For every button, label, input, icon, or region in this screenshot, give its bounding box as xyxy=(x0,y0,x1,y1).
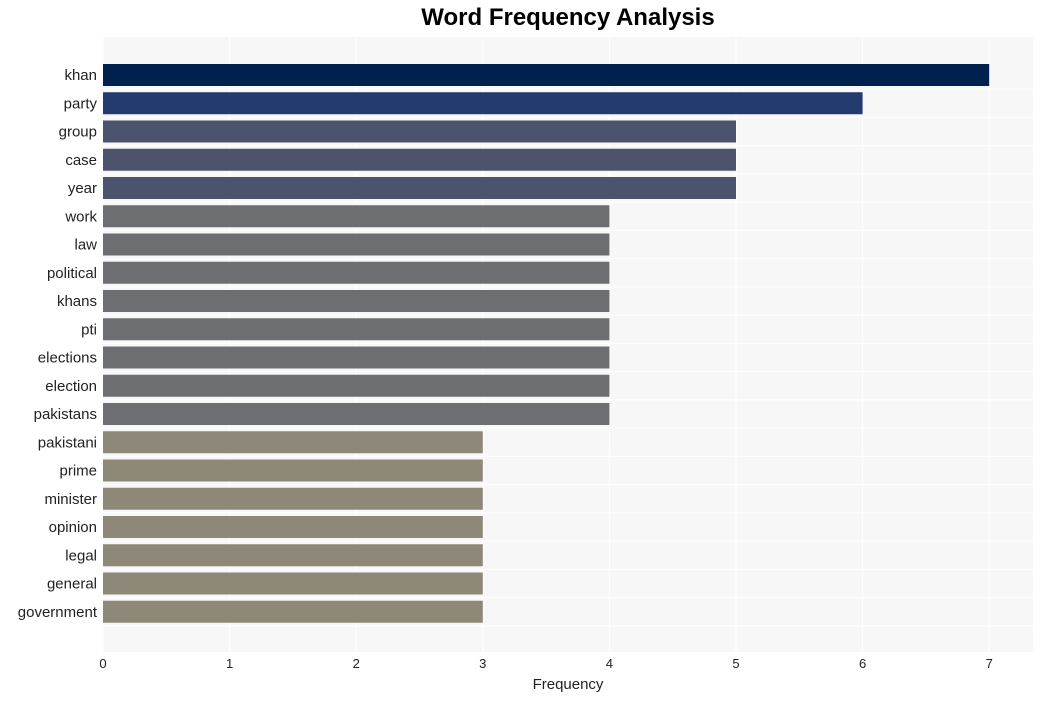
x-axis-label: Frequency xyxy=(533,676,604,693)
x-tick-label-7: 7 xyxy=(986,656,993,671)
bar-minister xyxy=(103,487,483,510)
x-tick-label-2: 2 xyxy=(353,656,360,671)
y-tick-label-minister: minister xyxy=(44,491,97,508)
y-tick-label-khans: khans xyxy=(57,293,97,310)
y-tick-label-pakistans: pakistans xyxy=(34,406,97,423)
x-tick-label-0: 0 xyxy=(99,656,106,671)
bar-legal xyxy=(103,544,483,567)
bar-pti xyxy=(103,318,610,341)
y-tick-label-party: party xyxy=(64,95,98,112)
bar-political xyxy=(103,261,610,284)
y-tick-label-political: political xyxy=(47,265,97,282)
x-tick-label-4: 4 xyxy=(606,656,613,671)
x-tick-label-1: 1 xyxy=(226,656,233,671)
y-tick-label-khan: khan xyxy=(64,67,97,84)
bar-pakistans xyxy=(103,403,610,425)
bar-law xyxy=(103,233,610,256)
y-tick-label-pakistani: pakistani xyxy=(38,434,97,451)
bar-prime xyxy=(103,459,483,482)
x-tick-label-3: 3 xyxy=(479,656,486,671)
bar-general xyxy=(103,572,483,595)
bar-pakistani xyxy=(103,431,483,454)
x-tick-labels: 0 1 2 3 4 5 6 7 xyxy=(99,656,992,671)
bar-election xyxy=(103,374,610,397)
bar-group xyxy=(103,120,736,143)
y-tick-label-prime: prime xyxy=(59,463,97,480)
bar-party xyxy=(103,92,863,115)
bar-khans xyxy=(103,290,610,312)
y-tick-label-general: general xyxy=(47,576,97,593)
y-tick-label-year: year xyxy=(68,180,97,197)
bar-elections xyxy=(103,346,610,369)
bar-work xyxy=(103,205,610,228)
y-tick-label-opinion: opinion xyxy=(49,519,97,536)
bar-government xyxy=(103,600,483,623)
y-tick-label-legal: legal xyxy=(65,547,97,564)
bar-opinion xyxy=(103,516,483,538)
y-tick-label-work: work xyxy=(64,208,97,225)
x-tick-label-6: 6 xyxy=(859,656,866,671)
y-tick-label-pti: pti xyxy=(81,321,97,338)
y-tick-label-case: case xyxy=(65,152,97,169)
bar-khan xyxy=(103,64,990,86)
bar-year xyxy=(103,177,736,199)
x-tick-label-5: 5 xyxy=(732,656,739,671)
y-tick-label-elections: elections xyxy=(38,350,97,367)
y-tick-label-group: group xyxy=(59,124,97,141)
y-tick-label-law: law xyxy=(74,237,97,254)
y-tick-label-election: election xyxy=(45,378,97,395)
y-tick-labels: khan party group case year work law political kh… xyxy=(18,67,98,621)
bar-case xyxy=(103,148,736,171)
y-tick-label-government: government xyxy=(18,604,98,621)
bar-chart: khan party group case year work law political kh… xyxy=(18,37,1033,693)
